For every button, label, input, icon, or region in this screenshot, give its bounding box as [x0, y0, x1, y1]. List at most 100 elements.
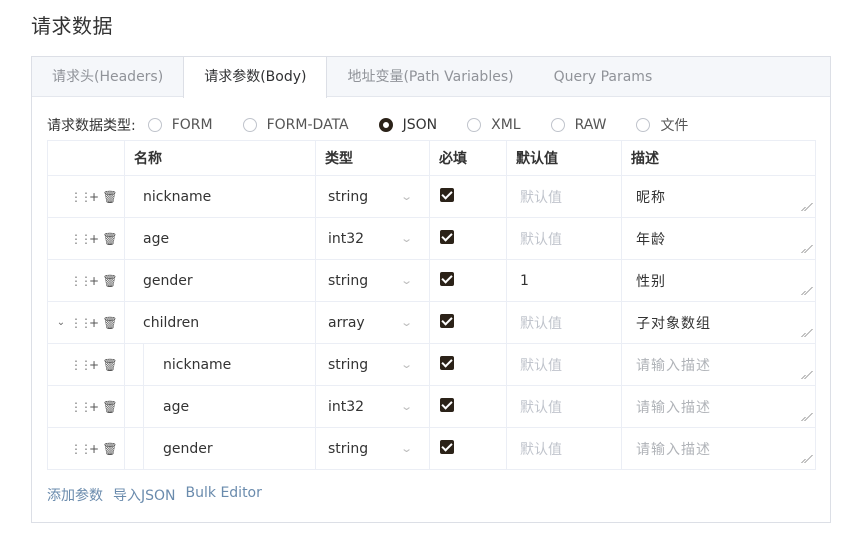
- name-cell[interactable]: nickname: [124, 343, 316, 386]
- default-value[interactable]: 1: [507, 273, 621, 289]
- default-cell[interactable]: 默认值: [506, 385, 622, 428]
- import-json-link[interactable]: 导入JSON: [113, 485, 176, 505]
- default-cell[interactable]: 默认值: [506, 427, 622, 470]
- default-value[interactable]: 默认值: [507, 313, 621, 333]
- default-cell[interactable]: 默认值: [506, 343, 622, 386]
- delete-icon[interactable]: 🗑: [102, 274, 118, 288]
- description-textarea[interactable]: 请输入描述: [622, 397, 815, 417]
- type-cell[interactable]: string ⌄: [315, 175, 430, 218]
- default-cell[interactable]: 默认值: [506, 301, 622, 344]
- default-value[interactable]: 默认值: [507, 397, 621, 417]
- add-icon[interactable]: +: [86, 358, 102, 372]
- description-textarea[interactable]: 年龄: [622, 229, 815, 249]
- delete-icon[interactable]: 🗑: [102, 358, 118, 372]
- required-cell: [429, 259, 507, 302]
- name-cell[interactable]: gender: [124, 259, 316, 302]
- type-cell[interactable]: string ⌄: [315, 343, 430, 386]
- type-select[interactable]: int32 ⌄: [316, 218, 429, 259]
- add-icon[interactable]: +: [86, 190, 102, 204]
- radio-json[interactable]: JSON: [378, 117, 437, 133]
- table-row: ⋮⋮ + 🗑 nickname string ⌄ 默认值 请输入描述: [47, 343, 816, 386]
- type-cell[interactable]: int32 ⌄: [315, 385, 430, 428]
- add-param-link[interactable]: 添加参数: [47, 485, 103, 505]
- drag-handle-icon[interactable]: ⋮⋮: [70, 190, 92, 204]
- name-cell[interactable]: age: [124, 217, 316, 260]
- required-checkbox[interactable]: [440, 229, 454, 244]
- default-cell[interactable]: 默认值: [506, 217, 622, 260]
- delete-icon[interactable]: 🗑: [102, 190, 118, 204]
- type-cell[interactable]: string ⌄: [315, 427, 430, 470]
- radio-raw[interactable]: RAW: [550, 117, 606, 133]
- default-value[interactable]: 默认值: [507, 355, 621, 375]
- drag-handle-icon[interactable]: ⋮⋮: [70, 442, 92, 456]
- table-row: ⋮⋮ + 🗑 gender string ⌄ 默认值 请输入描述: [47, 427, 816, 470]
- description-textarea[interactable]: 子对象数组: [622, 313, 815, 333]
- add-icon[interactable]: +: [86, 232, 102, 246]
- type-cell[interactable]: int32 ⌄: [315, 217, 430, 260]
- delete-icon[interactable]: 🗑: [102, 232, 118, 246]
- default-cell[interactable]: 默认值: [506, 175, 622, 218]
- description-textarea[interactable]: 请输入描述: [622, 355, 815, 375]
- radio-file[interactable]: 文件: [636, 115, 688, 135]
- description-textarea[interactable]: 请输入描述: [622, 439, 815, 459]
- drag-handle-icon[interactable]: ⋮⋮: [70, 316, 92, 330]
- required-checkbox[interactable]: [440, 313, 454, 328]
- desc-cell[interactable]: 请输入描述: [621, 385, 816, 428]
- name-cell[interactable]: children: [124, 301, 316, 344]
- description-textarea[interactable]: 昵称: [622, 187, 815, 207]
- row-ops: ⋮⋮ + 🗑: [48, 344, 124, 385]
- type-cell[interactable]: array ⌄: [315, 301, 430, 344]
- type-select[interactable]: string ⌄: [316, 176, 429, 217]
- bulk-editor-link[interactable]: Bulk Editor: [186, 485, 262, 505]
- row-ops: ⋮⋮ + 🗑: [48, 428, 124, 469]
- delete-icon[interactable]: 🗑: [102, 316, 118, 330]
- delete-icon[interactable]: 🗑: [102, 400, 118, 414]
- tab-path-variables[interactable]: 地址变量(Path Variables): [327, 57, 533, 97]
- name-cell[interactable]: gender: [124, 427, 316, 470]
- desc-cell[interactable]: 子对象数组: [621, 301, 816, 344]
- type-select[interactable]: int32 ⌄: [316, 386, 429, 427]
- drag-handle-icon[interactable]: ⋮⋮: [70, 358, 92, 372]
- required-checkbox[interactable]: [440, 271, 454, 286]
- required-checkbox[interactable]: [440, 439, 454, 454]
- description-textarea[interactable]: 性别: [622, 271, 815, 291]
- row-ops: ⋮⋮ + 🗑: [48, 260, 124, 301]
- drag-handle-icon[interactable]: ⋮⋮: [70, 400, 92, 414]
- radio-form-data[interactable]: FORM-DATA: [242, 117, 349, 133]
- type-select[interactable]: string ⌄: [316, 344, 429, 385]
- default-value[interactable]: 默认值: [507, 187, 621, 207]
- body-type-selector: 请求数据类型: FORM FORM-DATA JSON XML RAW 文件: [47, 115, 718, 135]
- type-select[interactable]: array ⌄: [316, 302, 429, 343]
- drag-handle-icon[interactable]: ⋮⋮: [70, 274, 92, 288]
- delete-icon[interactable]: 🗑: [102, 442, 118, 456]
- row-ops: ⋮⋮ + 🗑: [48, 386, 124, 427]
- radio-form[interactable]: FORM: [147, 117, 213, 133]
- add-icon[interactable]: +: [86, 316, 102, 330]
- desc-cell[interactable]: 请输入描述: [621, 427, 816, 470]
- desc-cell[interactable]: 年龄: [621, 217, 816, 260]
- tab-headers[interactable]: 请求头(Headers): [32, 57, 183, 97]
- name-cell[interactable]: nickname: [124, 175, 316, 218]
- tab-query-params[interactable]: Query Params: [534, 57, 673, 97]
- add-icon[interactable]: +: [86, 442, 102, 456]
- desc-cell[interactable]: 请输入描述: [621, 343, 816, 386]
- required-checkbox[interactable]: [440, 187, 454, 202]
- radio-xml[interactable]: XML: [467, 117, 521, 133]
- required-checkbox[interactable]: [440, 397, 454, 412]
- type-cell[interactable]: string ⌄: [315, 259, 430, 302]
- default-cell[interactable]: 1: [506, 259, 622, 302]
- add-icon[interactable]: +: [86, 274, 102, 288]
- required-checkbox[interactable]: [440, 355, 454, 370]
- name-cell[interactable]: age: [124, 385, 316, 428]
- add-icon[interactable]: +: [86, 400, 102, 414]
- expand-chevron-icon[interactable]: ⌄: [52, 317, 70, 328]
- drag-handle-icon[interactable]: ⋮⋮: [70, 232, 92, 246]
- tab-body[interactable]: 请求参数(Body): [183, 57, 328, 98]
- default-value[interactable]: 默认值: [507, 229, 621, 249]
- desc-cell[interactable]: 性别: [621, 259, 816, 302]
- desc-cell[interactable]: 昵称: [621, 175, 816, 218]
- type-select[interactable]: string ⌄: [316, 428, 429, 469]
- request-data-panel: 请求头(Headers) 请求参数(Body) 地址变量(Path Variab…: [31, 56, 831, 523]
- default-value[interactable]: 默认值: [507, 439, 621, 459]
- type-select[interactable]: string ⌄: [316, 260, 429, 301]
